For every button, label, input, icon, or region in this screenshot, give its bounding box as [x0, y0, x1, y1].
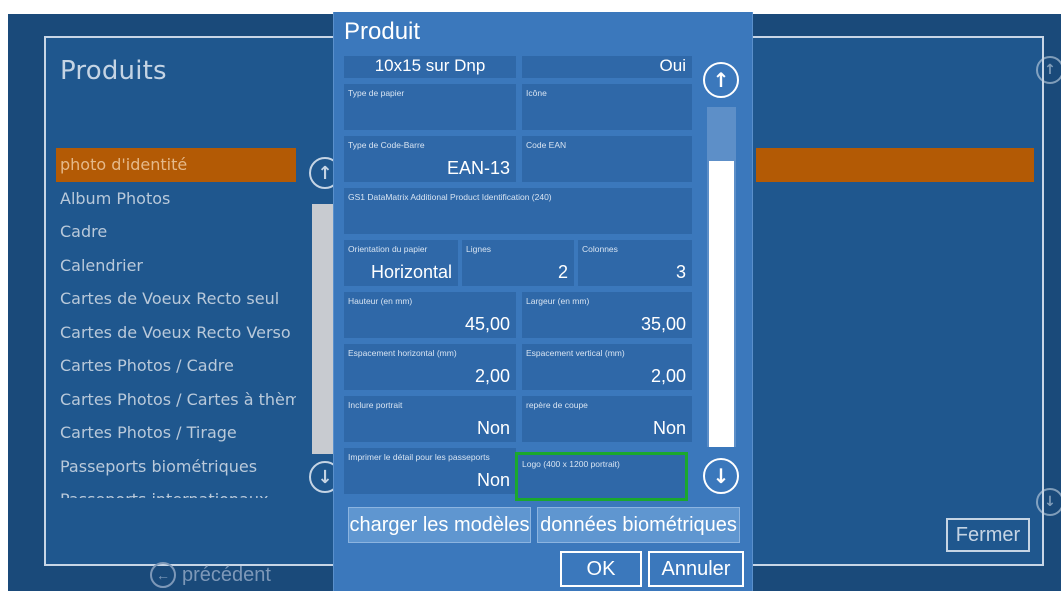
barcode-type-field[interactable]: Type de Code-Barre EAN-13	[344, 136, 516, 182]
list-item[interactable]: Cartes de Voeux Recto Verso	[56, 316, 296, 350]
format-value: 10x15 sur Dnp	[374, 56, 486, 75]
dialog-scrollbar-thumb[interactable]	[709, 161, 734, 447]
list-item[interactable]: Cartes Photos / Tirage	[56, 416, 296, 450]
height-value: 45,00	[464, 314, 510, 334]
rows-value: 2	[557, 262, 568, 282]
gs1-label: GS1 DataMatrix Additional Product Identi…	[348, 192, 552, 202]
orientation-value: Horizontal	[370, 262, 452, 282]
ean-code-label: Code EAN	[526, 140, 567, 150]
cancel-button[interactable]: Annuler	[648, 551, 744, 587]
barcode-type-label: Type de Code-Barre	[348, 140, 425, 150]
previous-label: précédent	[182, 563, 271, 586]
list-item[interactable]: Cadre	[56, 215, 296, 249]
orientation-label: Orientation du papier	[348, 244, 428, 254]
v-spacing-label: Espacement vertical (mm)	[526, 348, 625, 358]
h-spacing-field[interactable]: Espacement horizontal (mm) 2,00	[344, 344, 516, 390]
h-spacing-label: Espacement horizontal (mm)	[348, 348, 457, 358]
list-item[interactable]: photo d'identité	[56, 148, 296, 182]
ean-code-field[interactable]: Code EAN	[522, 136, 692, 182]
format-field[interactable]: 10x15 sur Dnp	[344, 56, 516, 78]
dialog-scroll-up-icon[interactable]: ↑	[703, 62, 739, 98]
cut-marks-value: Non	[652, 418, 686, 438]
panel-scroll-up-icon[interactable]: ↑	[1036, 56, 1061, 84]
rows-field[interactable]: Lignes 2	[462, 240, 574, 286]
print-passport-detail-field[interactable]: Imprimer le détail pour les passeports N…	[344, 448, 516, 494]
height-label: Hauteur (en mm)	[348, 296, 413, 306]
previous-button[interactable]: ← précédent	[150, 562, 271, 588]
ok-button[interactable]: OK	[560, 551, 642, 587]
list-item[interactable]: Calendrier	[56, 249, 296, 283]
close-button[interactable]: Fermer	[946, 518, 1030, 552]
active-field[interactable]: Oui	[522, 56, 692, 78]
biometric-data-button[interactable]: données biométriques	[537, 507, 740, 543]
orientation-field[interactable]: Orientation du papier Horizontal	[344, 240, 458, 286]
list-item[interactable]: Passeports internationaux	[56, 483, 296, 498]
selection-bar-right	[756, 148, 1034, 182]
height-field[interactable]: Hauteur (en mm) 45,00	[344, 292, 516, 338]
barcode-type-value: EAN-13	[446, 158, 510, 178]
list-item[interactable]: Album Photos	[56, 182, 296, 216]
columns-field[interactable]: Colonnes 3	[578, 240, 692, 286]
arrow-left-icon: ←	[150, 562, 176, 588]
v-spacing-field[interactable]: Espacement vertical (mm) 2,00	[522, 344, 692, 390]
logo-field-highlight	[515, 452, 688, 501]
include-portrait-value: Non	[476, 418, 510, 438]
h-spacing-value: 2,00	[474, 366, 510, 386]
icon-field[interactable]: Icône	[522, 84, 692, 130]
active-value: Oui	[659, 56, 686, 75]
paper-type-field[interactable]: Type de papier	[344, 84, 516, 130]
products-title: Produits	[60, 56, 167, 86]
dialog-scroll-down-icon[interactable]: ↓	[703, 458, 739, 494]
cut-marks-field[interactable]: repère de coupe Non	[522, 396, 692, 442]
rows-label: Lignes	[466, 244, 492, 254]
gs1-field[interactable]: GS1 DataMatrix Additional Product Identi…	[344, 188, 692, 234]
left-edge	[0, 0, 8, 591]
list-item[interactable]: Passeports biométriques	[56, 450, 296, 484]
width-field[interactable]: Largeur (en mm) 35,00	[522, 292, 692, 338]
dialog-title: Produit	[344, 18, 421, 45]
include-portrait-label: Inclure portrait	[348, 400, 403, 410]
list-item[interactable]: Cartes Photos / Cadre	[56, 349, 296, 383]
columns-value: 3	[675, 262, 686, 282]
print-passport-detail-label: Imprimer le détail pour les passeports	[348, 452, 490, 462]
paper-type-label: Type de papier	[348, 88, 405, 98]
panel-scroll-down-icon[interactable]: ↓	[1036, 488, 1061, 516]
load-models-button[interactable]: charger les modèles	[348, 507, 531, 543]
list-item[interactable]: Cartes Photos / Cartes à thèmes	[56, 383, 296, 417]
width-value: 35,00	[640, 314, 686, 334]
cut-marks-label: repère de coupe	[526, 400, 588, 410]
products-list[interactable]: photo d'identité Album Photos Cadre Cale…	[56, 148, 296, 498]
columns-label: Colonnes	[582, 244, 618, 254]
include-portrait-field[interactable]: Inclure portrait Non	[344, 396, 516, 442]
list-item[interactable]: Cartes de Voeux Recto seul	[56, 282, 296, 316]
print-passport-detail-value: Non	[476, 470, 510, 490]
width-label: Largeur (en mm)	[526, 296, 590, 306]
icon-label: Icône	[526, 88, 547, 98]
v-spacing-value: 2,00	[650, 366, 686, 386]
